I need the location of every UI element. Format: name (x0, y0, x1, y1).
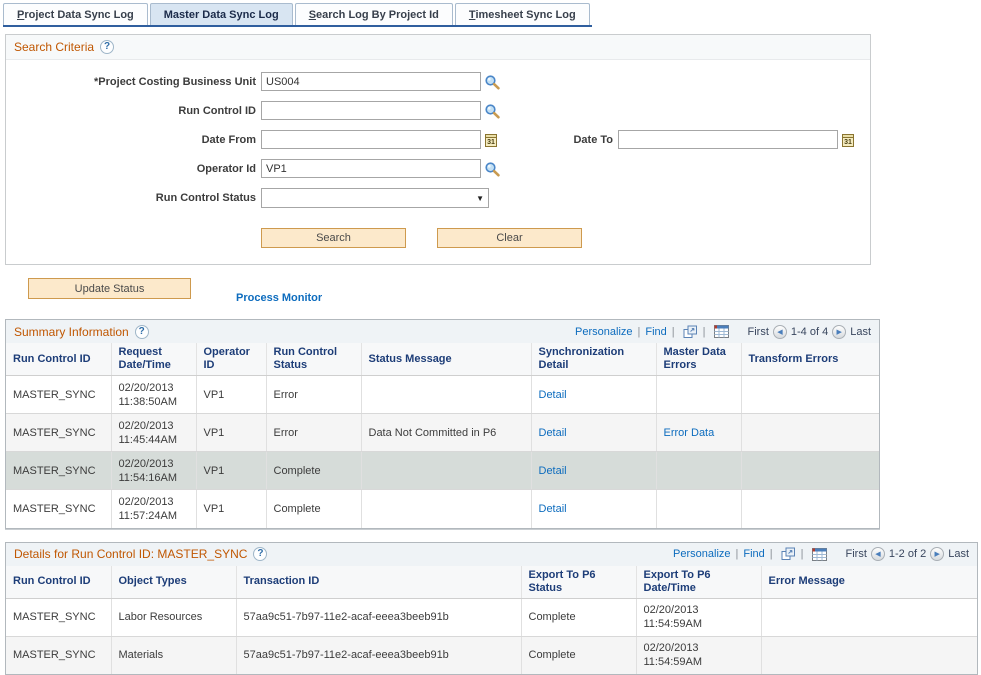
date-to-label: Date To (498, 134, 618, 146)
business-unit-label: *Project Costing Business Unit (6, 76, 261, 88)
page-tabs: Project Data Sync Log Master Data Sync L… (3, 3, 592, 27)
details-table: Run Control ID Object Types Transaction … (6, 566, 977, 675)
help-icon[interactable]: ? (253, 547, 267, 561)
table-row: MASTER_SYNC 02/20/201311:57:24AM VP1 Com… (6, 490, 879, 528)
find-link[interactable]: Find (743, 548, 764, 560)
tab-search-log-by-project-id[interactable]: Search Log By Project Id (295, 3, 453, 25)
error-data-link[interactable]: Error Data (664, 427, 715, 439)
svg-text:31: 31 (844, 139, 852, 146)
help-icon[interactable]: ? (100, 40, 114, 54)
last-link[interactable]: Last (850, 326, 871, 338)
svg-text:31: 31 (487, 139, 495, 146)
business-unit-field[interactable] (261, 72, 481, 91)
run-control-status-select[interactable]: ▼ (261, 188, 489, 208)
next-page-icon[interactable]: ▶ (930, 547, 944, 561)
run-control-status-label: Run Control Status (6, 192, 261, 204)
tab-project-data-sync-log[interactable]: Project Data Sync Log (3, 3, 148, 25)
table-row: MASTER_SYNC 02/20/201311:45:44AM VP1 Err… (6, 414, 879, 452)
summary-table: Run Control ID Request Date/Time Operato… (6, 343, 879, 528)
column-header: Run Control ID (6, 566, 111, 599)
search-criteria-title: Search Criteria (14, 40, 94, 54)
search-criteria-groupbox: Search Criteria ? *Project Costing Busin… (5, 34, 871, 265)
detail-link[interactable]: Detail (539, 389, 567, 401)
details-header-row: Run Control ID Object Types Transaction … (6, 566, 977, 599)
run-control-id-lookup-icon[interactable] (484, 103, 501, 119)
update-status-button[interactable]: Update Status (28, 278, 191, 299)
summary-information-grid: Summary Information ? Personalize | Find… (5, 319, 880, 529)
previous-page-icon[interactable]: ◀ (773, 325, 787, 339)
column-header: Transaction ID (236, 566, 521, 599)
operator-id-field[interactable] (261, 159, 481, 178)
personalize-link[interactable]: Personalize (673, 548, 730, 560)
process-monitor-link[interactable]: Process Monitor (236, 292, 322, 304)
first-link[interactable]: First (748, 326, 769, 338)
column-header: Synchronization Detail (531, 343, 656, 376)
row-range: 1-4 of 4 (791, 326, 828, 338)
table-row-selected: MASTER_SYNC 02/20/201311:54:16AM VP1 Com… (6, 452, 879, 490)
action-row: Update Status Process Monitor (28, 278, 981, 304)
summary-header-row: Run Control ID Request Date/Time Operato… (6, 343, 879, 376)
details-titlebar: Details for Run Control ID: MASTER_SYNC … (6, 543, 977, 566)
next-page-icon[interactable]: ▶ (832, 325, 846, 339)
find-link[interactable]: Find (645, 326, 666, 338)
run-control-id-field[interactable] (261, 101, 481, 120)
column-header: Status Message (361, 343, 531, 376)
column-header: Object Types (111, 566, 236, 599)
tab-timesheet-sync-log[interactable]: Timesheet Sync Log (455, 3, 590, 25)
table-row: MASTER_SYNC Materials 57aa9c51-7b97-11e2… (6, 636, 977, 674)
chevron-down-icon: ▼ (476, 194, 484, 203)
detail-link[interactable]: Detail (539, 427, 567, 439)
column-header: Master Data Errors (656, 343, 741, 376)
detail-link[interactable]: Detail (539, 465, 567, 477)
date-from-label: Date From (6, 134, 261, 146)
table-row: MASTER_SYNC 02/20/201311:38:50AM VP1 Err… (6, 376, 879, 414)
summary-titlebar: Summary Information ? Personalize | Find… (6, 320, 879, 343)
column-header: Export To P6 Status (521, 566, 636, 599)
operator-id-label: Operator Id (6, 163, 261, 175)
table-row: MASTER_SYNC Labor Resources 57aa9c51-7b9… (6, 598, 977, 636)
popout-grid-icon[interactable] (781, 547, 796, 561)
download-grid-icon[interactable] (812, 548, 827, 561)
date-from-field[interactable] (261, 130, 481, 149)
column-header: Operator ID (196, 343, 266, 376)
date-to-calendar-icon[interactable]: 31 (841, 132, 855, 148)
row-range: 1-2 of 2 (889, 548, 926, 560)
search-form: *Project Costing Business Unit Run Contr… (6, 60, 870, 264)
download-grid-icon[interactable] (714, 325, 729, 338)
tab-master-data-sync-log[interactable]: Master Data Sync Log (150, 3, 293, 25)
first-link[interactable]: First (846, 548, 867, 560)
column-header: Run Control Status (266, 343, 361, 376)
summary-title: Summary Information (14, 325, 129, 339)
column-header: Transform Errors (741, 343, 879, 376)
previous-page-icon[interactable]: ◀ (871, 547, 885, 561)
column-header: Error Message (761, 566, 977, 599)
search-criteria-header: Search Criteria ? (6, 35, 870, 60)
clear-button[interactable]: Clear (437, 228, 582, 248)
column-header: Export To P6 Date/Time (636, 566, 761, 599)
column-header: Run Control ID (6, 343, 111, 376)
help-icon[interactable]: ? (135, 325, 149, 339)
run-control-id-label: Run Control ID (6, 105, 261, 117)
search-button[interactable]: Search (261, 228, 406, 248)
details-title: Details for Run Control ID: MASTER_SYNC (14, 547, 247, 561)
column-header: Request Date/Time (111, 343, 196, 376)
last-link[interactable]: Last (948, 548, 969, 560)
date-from-calendar-icon[interactable]: 31 (484, 132, 498, 148)
date-to-field[interactable] (618, 130, 838, 149)
popout-grid-icon[interactable] (683, 325, 698, 339)
operator-id-lookup-icon[interactable] (484, 161, 501, 177)
detail-link[interactable]: Detail (539, 503, 567, 515)
personalize-link[interactable]: Personalize (575, 326, 632, 338)
business-unit-lookup-icon[interactable] (484, 74, 501, 90)
